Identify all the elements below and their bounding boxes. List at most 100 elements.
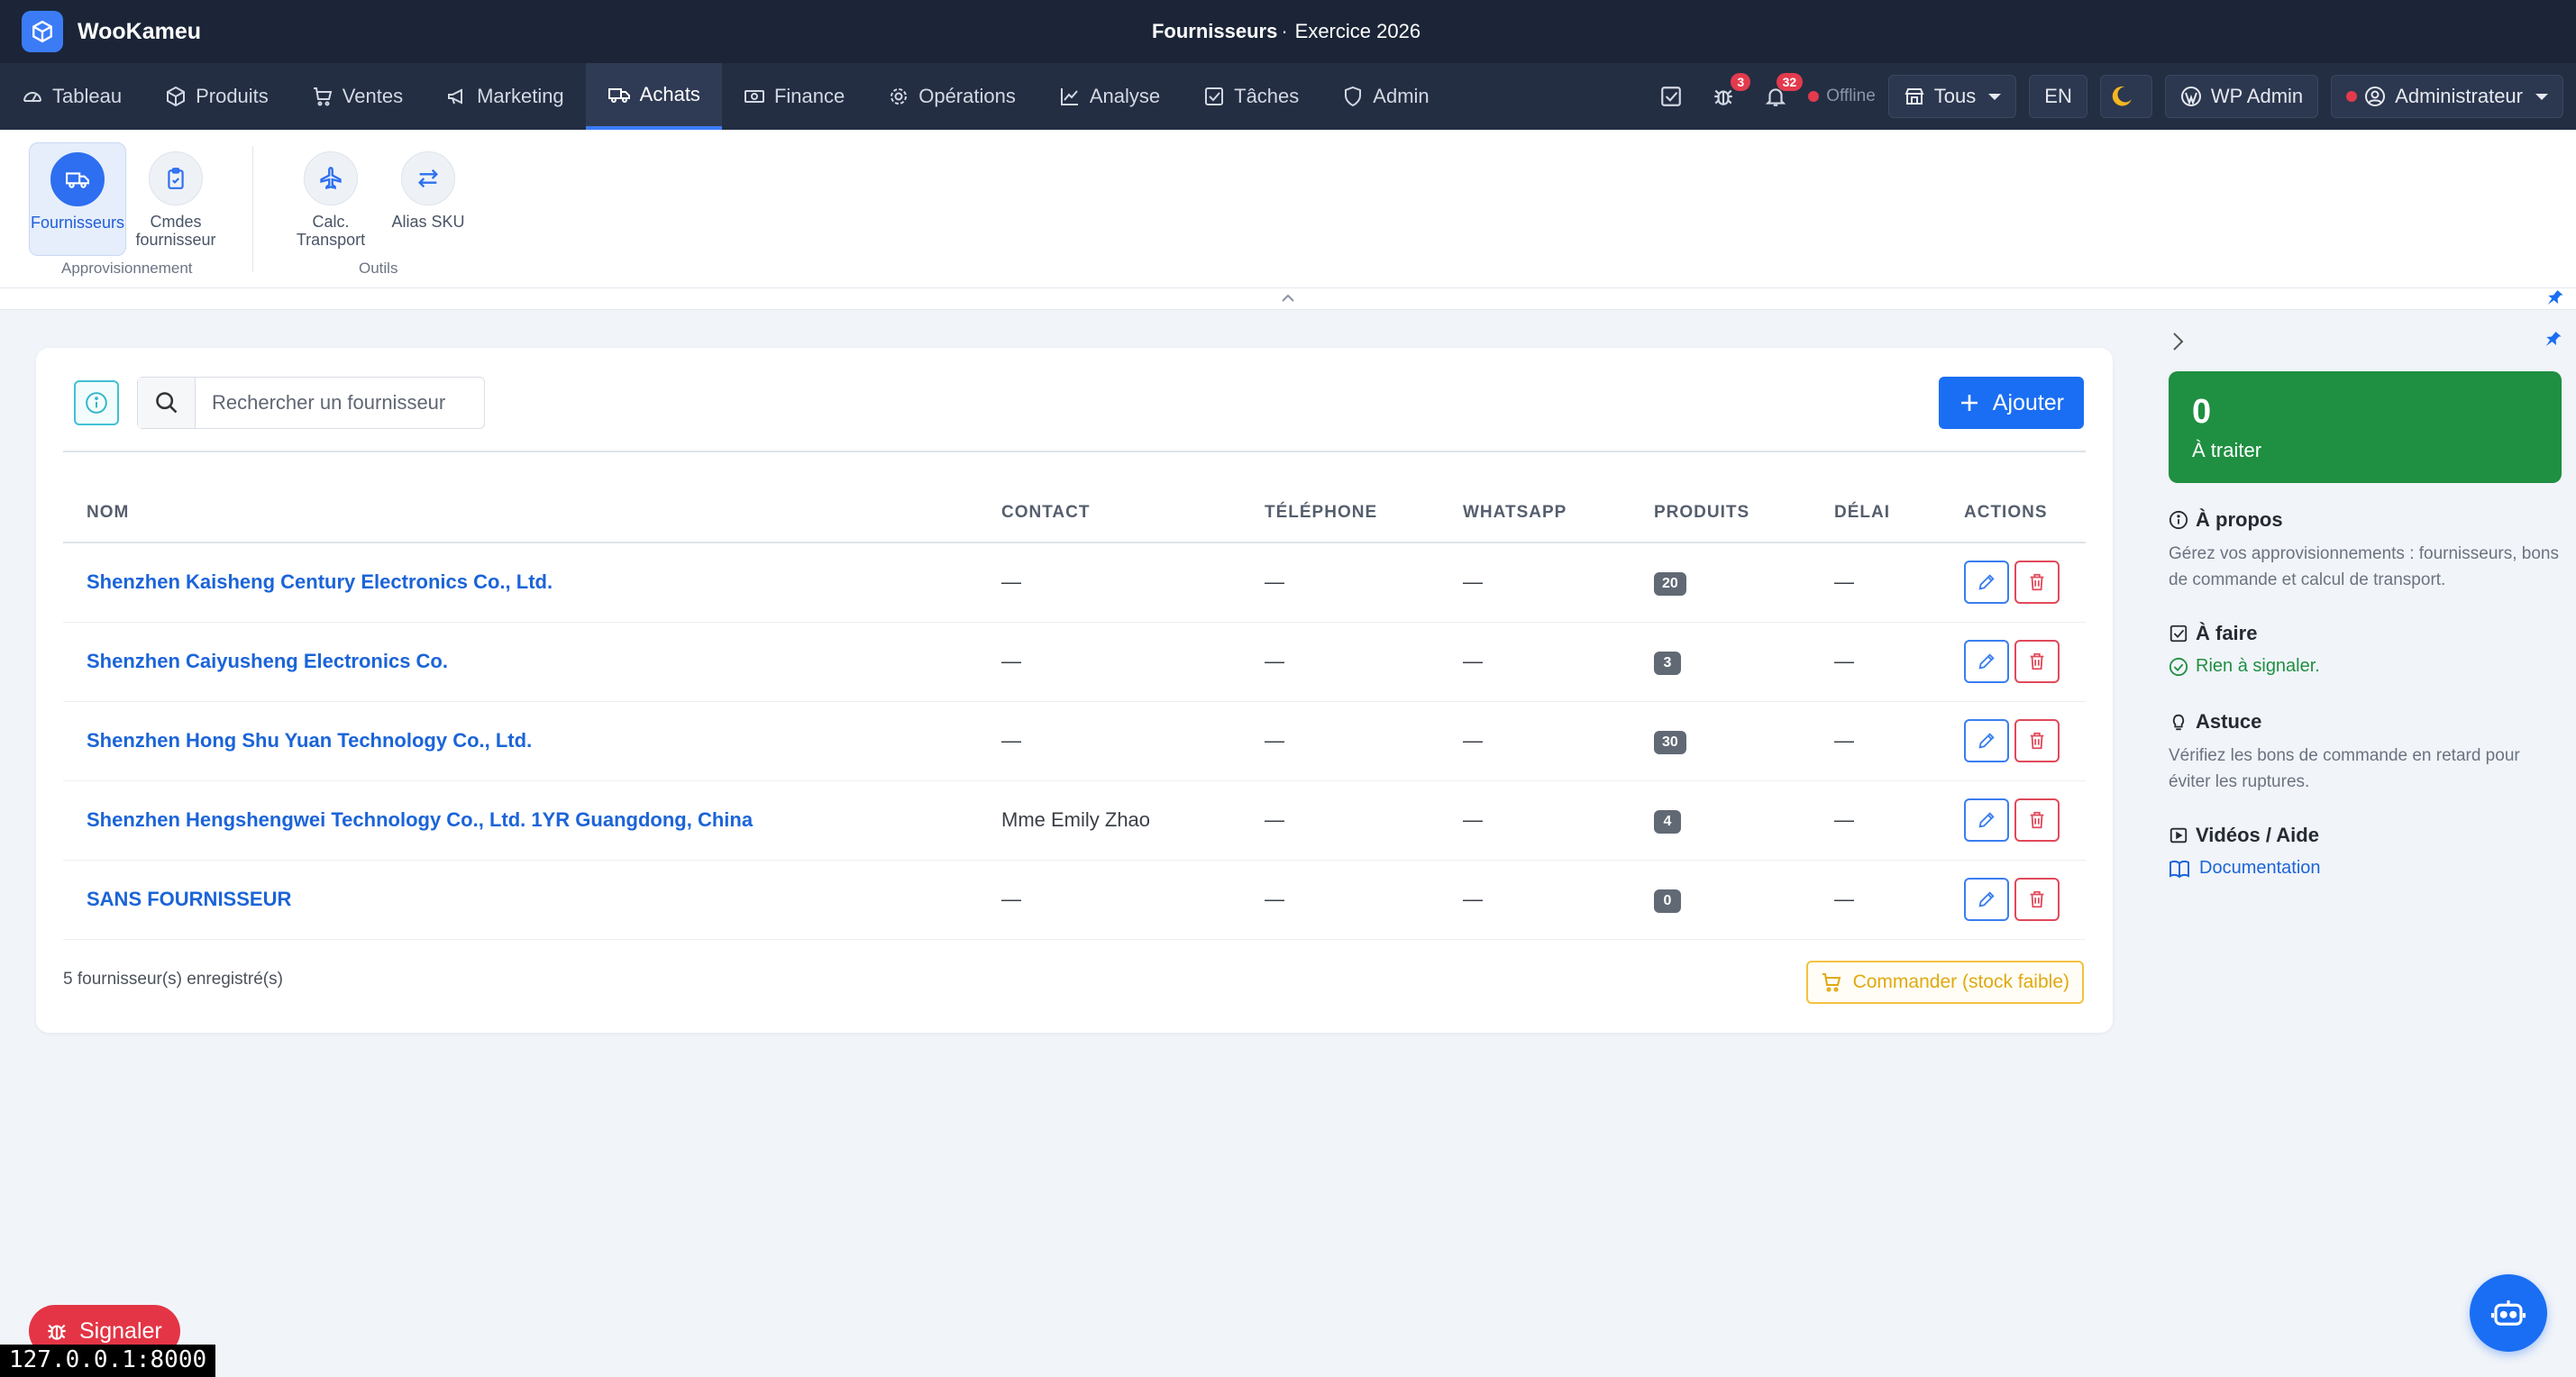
- nav-ventes[interactable]: Ventes: [290, 63, 425, 130]
- tip-title: Astuce: [2169, 710, 2562, 734]
- todo-section: À faire Rien à signaler.: [2169, 622, 2562, 677]
- edit-button[interactable]: [1964, 561, 2009, 605]
- supplier-link[interactable]: Shenzhen Caiyusheng Electronics Co.: [87, 650, 448, 672]
- ribbon-label: Alias SKU: [391, 213, 465, 231]
- header-nom[interactable]: NOM: [63, 483, 1001, 543]
- tip-title-text: Astuce: [2196, 710, 2262, 733]
- add-supplier-button[interactable]: Ajouter: [1938, 377, 2084, 429]
- supplier-link[interactable]: Shenzhen Kaisheng Century Electronics Co…: [87, 570, 553, 593]
- language-button[interactable]: EN: [2029, 75, 2087, 118]
- documentation-link[interactable]: Documentation: [2169, 858, 2562, 879]
- nav-admin[interactable]: Admin: [1320, 63, 1450, 130]
- delete-button[interactable]: [2014, 561, 2060, 605]
- table-row: Shenzhen Hengshengwei Technology Co., Lt…: [63, 780, 2086, 861]
- trash-icon: [2030, 811, 2044, 829]
- edit-button[interactable]: [1964, 640, 2009, 683]
- nav-taches[interactable]: Tâches: [1182, 63, 1320, 130]
- pencil-icon: [1978, 812, 1995, 828]
- notifications-button[interactable]: 32: [1756, 73, 1804, 116]
- supplier-link[interactable]: Shenzhen Hengshengwei Technology Co., Lt…: [87, 808, 753, 831]
- pencil-icon: [1978, 653, 1995, 670]
- play-icon: [2170, 827, 2188, 844]
- edit-button[interactable]: [1964, 878, 2009, 921]
- products-cell: 0: [1654, 860, 1834, 940]
- supplier-count: 5 fournisseur(s) enregistré(s): [63, 970, 283, 989]
- bug-button[interactable]: 3: [1704, 73, 1751, 116]
- nav-label: Achats: [639, 83, 700, 105]
- cash-icon: [744, 90, 764, 103]
- clipboard-icon: [149, 151, 203, 205]
- trash-icon: [2030, 574, 2044, 591]
- nav-label: Ventes: [342, 85, 404, 107]
- header-delai[interactable]: DÉLAI: [1834, 483, 1964, 543]
- ribbon-alias-sku[interactable]: Alias SKU: [382, 142, 474, 231]
- ribbon-cmdes-fournisseur[interactable]: Cmdes fournisseur: [130, 142, 222, 249]
- ribbon-group-outils: Outils: [359, 260, 398, 277]
- moon-icon: [2112, 86, 2132, 106]
- user-menu[interactable]: Administrateur: [2331, 75, 2563, 118]
- contact-cell: —: [1001, 543, 1265, 623]
- nav-analyse[interactable]: Analyse: [1037, 63, 1182, 130]
- edit-button[interactable]: [1964, 798, 2009, 842]
- whatsapp-cell: —: [1463, 622, 1654, 702]
- whatsapp-cell: —: [1463, 543, 1654, 623]
- wp-admin-label: WP Admin: [2210, 85, 2304, 107]
- todo-title-text: À faire: [2196, 622, 2258, 644]
- edit-button[interactable]: [1964, 719, 2009, 762]
- supplier-link[interactable]: SANS FOURNISSEUR: [87, 888, 291, 910]
- whatsapp-cell: —: [1463, 701, 1654, 781]
- order-low-stock-button[interactable]: Commander (stock faible): [1805, 961, 2084, 1004]
- contact-cell: —: [1001, 701, 1265, 781]
- to-process-label: À traiter: [2192, 439, 2262, 461]
- lightbulb-icon: [2172, 714, 2185, 731]
- ribbon-calc-transport[interactable]: Calc. Transport: [285, 142, 377, 249]
- products-cell: 4: [1654, 780, 1834, 861]
- to-process-card[interactable]: 0 À traiter: [2169, 371, 2562, 483]
- user-status-dot: [2346, 91, 2358, 102]
- nav-label: Produits: [196, 85, 269, 107]
- bug-icon: [1714, 89, 1732, 105]
- wp-admin-button[interactable]: WP Admin: [2164, 75, 2319, 118]
- header-whatsapp[interactable]: WHATSAPP: [1463, 483, 1654, 543]
- language-value: EN: [2044, 85, 2072, 107]
- delete-button[interactable]: [2014, 798, 2060, 842]
- nav-marketing[interactable]: Marketing: [425, 63, 586, 130]
- supplier-link[interactable]: Shenzhen Hong Shu Yuan Technology Co., L…: [87, 729, 532, 752]
- ribbon-fournisseurs[interactable]: Fournisseurs: [29, 142, 126, 256]
- info-button[interactable]: [74, 380, 119, 425]
- user-icon: [2365, 87, 2386, 106]
- nav-operations[interactable]: Opérations: [866, 63, 1037, 130]
- todo-status: Rien à signaler.: [2169, 656, 2562, 677]
- about-title-text: À propos: [2196, 508, 2283, 531]
- megaphone-icon: [448, 88, 463, 105]
- page-title: Fournisseurs: [1151, 20, 1278, 42]
- pin-icon[interactable]: [2545, 288, 2563, 308]
- nav-produits[interactable]: Produits: [143, 63, 290, 130]
- store-select[interactable]: Tous: [1887, 75, 2017, 118]
- wordpress-icon: [2180, 87, 2201, 106]
- notification-count-badge: 32: [1776, 73, 1804, 91]
- check-circle-icon: [2169, 657, 2188, 676]
- theme-toggle[interactable]: [2099, 75, 2152, 118]
- header-telephone[interactable]: TÉLÉPHONE: [1265, 483, 1463, 543]
- header-produits[interactable]: PRODUITS: [1654, 483, 1834, 543]
- trash-icon: [2030, 652, 2044, 670]
- delete-button[interactable]: [2014, 640, 2060, 683]
- checkbox-icon: [2170, 625, 2188, 643]
- chatbot-button[interactable]: [2470, 1274, 2547, 1352]
- header-contact[interactable]: CONTACT: [1001, 483, 1265, 543]
- nav-finance[interactable]: Finance: [722, 63, 866, 130]
- connection-status: Offline: [1808, 87, 1876, 106]
- pin-icon[interactable]: [2544, 330, 2562, 350]
- search-input[interactable]: [196, 391, 466, 415]
- tasks-button[interactable]: [1651, 77, 1691, 116]
- delete-button[interactable]: [2014, 719, 2060, 762]
- ribbon-label: Cmdes fournisseur: [135, 213, 216, 249]
- nav-tableau[interactable]: Tableau: [0, 63, 143, 130]
- nav-achats[interactable]: Achats: [585, 63, 722, 130]
- trash-icon: [2030, 732, 2044, 750]
- chevron-right-icon[interactable]: [2169, 328, 2188, 355]
- delete-button[interactable]: [2014, 878, 2060, 921]
- robot-icon: [2490, 1300, 2526, 1326]
- ribbon-collapse-bar[interactable]: [0, 288, 2576, 310]
